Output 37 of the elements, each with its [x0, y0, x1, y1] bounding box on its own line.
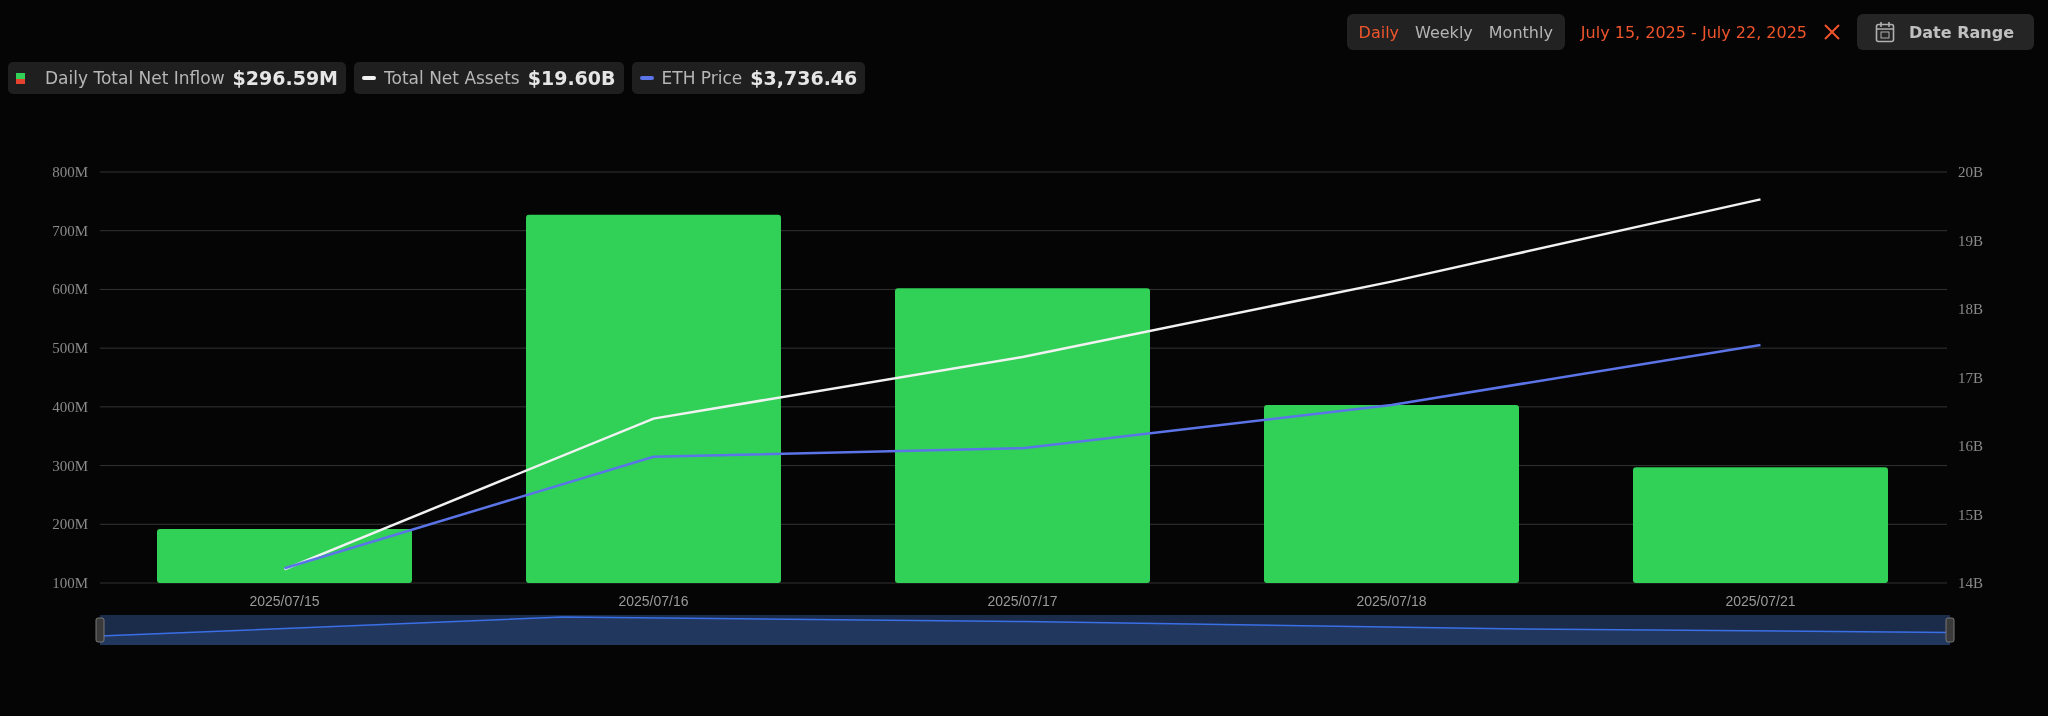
axis-label: 2025/07/18 — [1356, 593, 1427, 609]
axis-label: 300M — [52, 457, 88, 474]
legend-item[interactable]: Total Net Assets $19.60B — [354, 62, 624, 94]
date-range-button[interactable]: Date Range — [1857, 14, 2034, 50]
axis-label: 15B — [1958, 506, 1983, 523]
period-tab[interactable]: Weekly — [1407, 16, 1481, 48]
axis-label: 2025/07/17 — [987, 593, 1058, 609]
axis-label: 14B — [1958, 575, 1983, 591]
legend-item[interactable]: ETH Price $3,736.46 — [631, 62, 866, 94]
axis-label: 2025/07/15 — [249, 593, 320, 609]
period-tab[interactable]: Monthly — [1480, 16, 1561, 48]
calendar-icon — [1875, 21, 1896, 43]
axis-label: 17B — [1958, 369, 1983, 386]
axis-label: 800M — [52, 164, 88, 180]
axis-label: 2025/07/16 — [618, 593, 689, 609]
legend-label: ETH Price — [661, 68, 743, 88]
axis-label: 2025/07/21 — [1725, 593, 1796, 609]
axis-label: 19B — [1958, 232, 1983, 249]
axis-label: 600M — [52, 281, 88, 298]
axis-label: 400M — [52, 398, 88, 415]
axis-label: 100M — [52, 575, 88, 591]
range-slider[interactable] — [95, 615, 1955, 645]
axis-label: 18B — [1958, 301, 1983, 317]
close-icon[interactable] — [1823, 23, 1842, 41]
axis-label: 20B — [1958, 164, 1983, 180]
legend-label: Total Net Assets — [384, 68, 520, 88]
legend-value: $3,736.46 — [750, 67, 858, 89]
axis-label: 200M — [52, 516, 88, 533]
legend-value: $296.59M — [232, 67, 339, 89]
legend-item[interactable]: Daily Total Net Inflow $296.59M — [8, 62, 347, 94]
date-range-text: July 15, 2025 - July 22, 2025 — [1580, 22, 1808, 42]
legend-label: Daily Total Net Inflow — [45, 68, 225, 88]
legend-value: $19.60B — [527, 67, 616, 89]
axis-label: 16B — [1958, 438, 1983, 454]
axis-label: 500M — [52, 340, 88, 357]
axis-label: 700M — [52, 222, 88, 239]
period-tab[interactable]: Daily — [1350, 16, 1408, 48]
